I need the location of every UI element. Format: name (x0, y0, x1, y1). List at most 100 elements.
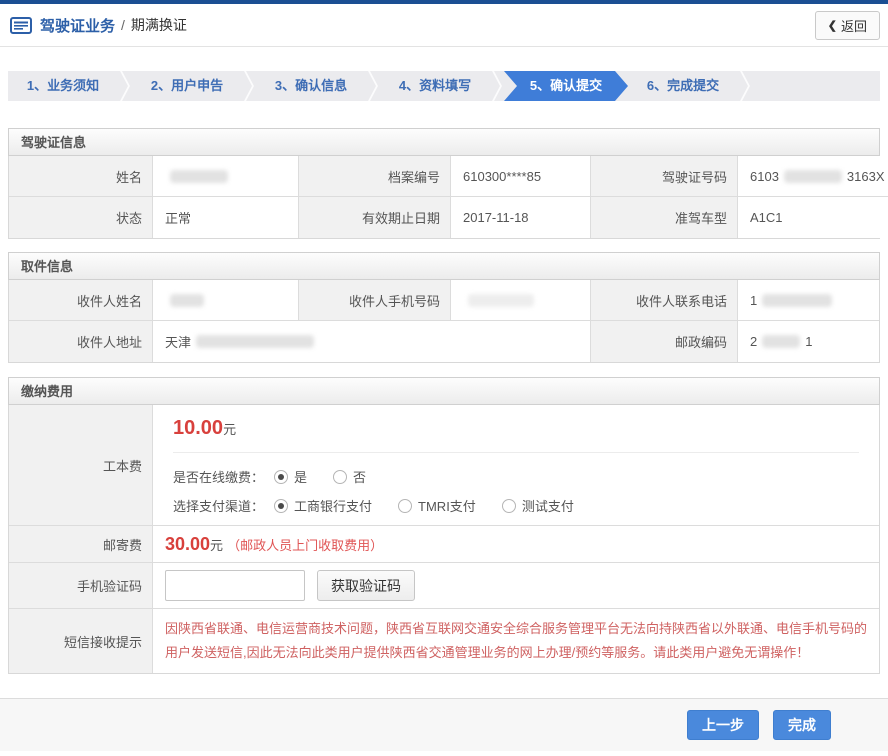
recipient-phone-label: 收件人联系电话 (591, 280, 738, 321)
redacted-recipient-mobile (468, 294, 534, 307)
postcode-suffix: 1 (805, 334, 812, 349)
channel-tmri-label: TMRI支付 (418, 496, 476, 515)
sms-code-label: 手机验证码 (9, 563, 153, 609)
channel-option-test[interactable]: 测试支付 (502, 496, 574, 515)
name-value (153, 156, 299, 197)
online-pay-option-no[interactable]: 否 (333, 467, 366, 486)
online-pay-row: 是否在线缴费： 是 否 (173, 467, 859, 486)
sms-code-cell: 获取验证码 (153, 563, 879, 609)
recipient-mobile-value (451, 280, 591, 321)
license-section-title: 驾驶证信息 (8, 128, 880, 156)
pickup-info-table: 收件人姓名 收件人手机号码 收件人联系电话 1 收件人地址 天津 邮政编码 2 … (8, 280, 880, 363)
breadcrumb-separator: / (121, 17, 125, 33)
license-no-suffix: 3163X (847, 169, 885, 184)
postcode-label: 邮政编码 (591, 321, 738, 362)
radio-checked-icon[interactable] (274, 470, 288, 484)
file-no-label: 档案编号 (299, 156, 451, 197)
previous-step-button[interactable]: 上一步 (687, 710, 759, 740)
channel-option-tmri[interactable]: TMRI支付 (398, 496, 476, 515)
vehicle-class-value: A1C1 (738, 197, 888, 238)
pickup-info-section: 取件信息 收件人姓名 收件人手机号码 收件人联系电话 1 收件人地址 天津 邮政… (8, 252, 880, 363)
fee-divider (173, 452, 859, 453)
recipient-address-value: 天津 (153, 321, 591, 362)
step-separator-icon (490, 71, 504, 101)
redacted-license-no (784, 170, 842, 183)
postage-cell: 30.00元 （邮政人员上门收取费用） (153, 526, 879, 563)
radio-checked-icon[interactable] (274, 499, 288, 513)
back-button-label: 返回 (841, 16, 867, 35)
redacted-recipient-name (170, 294, 204, 307)
step-separator-icon (118, 71, 132, 101)
radio-unchecked-icon[interactable] (333, 470, 347, 484)
postage-label: 邮寄费 (9, 526, 153, 563)
step-1-business-notice[interactable]: 1、业务须知 (8, 71, 118, 101)
sms-tip-text: 因陕西省联通、电信运营商技术问题，陕西省互联网交通安全综合服务管理平台无法向持陕… (153, 609, 879, 673)
redacted-postcode (762, 335, 800, 348)
step-3-confirm-info[interactable]: 3、确认信息 (256, 71, 366, 101)
channel-test-label: 测试支付 (522, 496, 574, 515)
redacted-name (170, 170, 228, 183)
recipient-address-prefix: 天津 (165, 332, 191, 351)
vehicle-class-label: 准驾车型 (591, 197, 738, 238)
online-pay-no-label: 否 (353, 467, 366, 486)
redacted-recipient-phone (762, 294, 832, 307)
production-fee-amount: 10.00 (173, 417, 223, 439)
redacted-recipient-address (196, 335, 314, 348)
page-header: 驾驶证业务 / 期满换证 ❮ 返回 (0, 4, 888, 47)
production-fee-label: 工本费 (9, 405, 153, 526)
channel-option-icbc[interactable]: 工商银行支付 (274, 496, 372, 515)
status-label: 状态 (9, 197, 153, 238)
step-bar-filler (752, 71, 880, 101)
radio-unchecked-icon[interactable] (502, 499, 516, 513)
step-6-complete-submit[interactable]: 6、完成提交 (628, 71, 738, 101)
online-pay-option-yes[interactable]: 是 (274, 467, 307, 486)
file-no-value: 610300****85 (451, 156, 591, 197)
business-card-icon (10, 17, 32, 34)
radio-unchecked-icon[interactable] (398, 499, 412, 513)
postage-note: （邮政人员上门收取费用） (227, 535, 383, 554)
license-info-section: 驾驶证信息 姓名 档案编号 610300****85 驾驶证号码 6103 31… (8, 128, 880, 239)
step-separator-icon (366, 71, 380, 101)
currency-unit: 元 (223, 422, 236, 437)
fees-section: 缴纳费用 工本费 10.00元 是否在线缴费： 是 否 选择支付渠道： (8, 377, 880, 674)
footer-action-bar: 上一步 完成 (0, 698, 888, 751)
breadcrumb-current: 期满换证 (131, 15, 187, 35)
license-no-prefix: 6103 (750, 169, 779, 184)
recipient-name-label: 收件人姓名 (9, 280, 153, 321)
postcode-value: 2 1 (738, 321, 879, 362)
online-pay-yes-label: 是 (294, 467, 307, 486)
expiry-value: 2017-11-18 (451, 197, 591, 238)
get-code-button[interactable]: 获取验证码 (317, 570, 415, 601)
expiry-label: 有效期止日期 (299, 197, 451, 238)
step-separator-icon (738, 71, 752, 101)
online-pay-label: 是否在线缴费： (173, 467, 264, 486)
name-label: 姓名 (9, 156, 153, 197)
pickup-section-title: 取件信息 (8, 252, 880, 280)
license-info-table: 姓名 档案编号 610300****85 驾驶证号码 6103 3163X 状态… (8, 156, 880, 239)
fees-section-title: 缴纳费用 (8, 377, 880, 405)
production-fee-cell: 10.00元 是否在线缴费： 是 否 选择支付渠道： 工商银行支付 (153, 405, 879, 526)
status-value: 正常 (153, 197, 299, 238)
page-title: 驾驶证业务 (40, 15, 115, 36)
production-fee-amount-line: 10.00元 (173, 417, 859, 440)
fees-table: 工本费 10.00元 是否在线缴费： 是 否 选择支付渠道： (8, 405, 880, 674)
step-2-user-declaration[interactable]: 2、用户申告 (132, 71, 242, 101)
postcode-prefix: 2 (750, 334, 757, 349)
recipient-phone-prefix: 1 (750, 293, 757, 308)
chevron-left-icon: ❮ (828, 19, 837, 32)
pay-channel-label: 选择支付渠道： (173, 496, 264, 515)
step-separator-icon (242, 71, 256, 101)
recipient-phone-value: 1 (738, 280, 879, 321)
recipient-name-value (153, 280, 299, 321)
license-no-value: 6103 3163X (738, 156, 888, 197)
step-4-fill-data[interactable]: 4、资料填写 (380, 71, 490, 101)
postage-amount: 30.00 (165, 534, 210, 555)
recipient-address-label: 收件人地址 (9, 321, 153, 362)
step-5-confirm-submit-active[interactable]: 5、确认提交 (504, 71, 628, 101)
finish-button[interactable]: 完成 (773, 710, 831, 740)
currency-unit: 元 (210, 535, 223, 554)
pay-channel-row: 选择支付渠道： 工商银行支付 TMRI支付 测试支付 (173, 496, 859, 515)
back-button[interactable]: ❮ 返回 (815, 11, 880, 40)
sms-code-input[interactable] (165, 570, 305, 601)
license-no-label: 驾驶证号码 (591, 156, 738, 197)
